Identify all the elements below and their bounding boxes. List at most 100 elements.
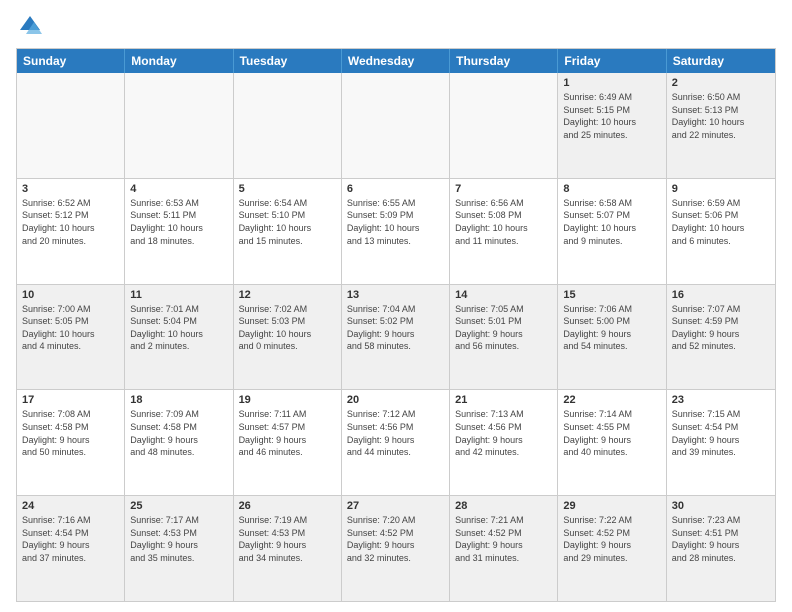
day-info: Sunrise: 6:53 AM Sunset: 5:11 PM Dayligh… <box>130 197 227 247</box>
day-info: Sunrise: 7:17 AM Sunset: 4:53 PM Dayligh… <box>130 514 227 564</box>
weekday-header: Wednesday <box>342 49 450 73</box>
day-number: 17 <box>22 394 119 406</box>
day-number: 5 <box>239 183 336 195</box>
day-info: Sunrise: 7:00 AM Sunset: 5:05 PM Dayligh… <box>22 303 119 353</box>
day-info: Sunrise: 7:20 AM Sunset: 4:52 PM Dayligh… <box>347 514 444 564</box>
calendar-cell <box>342 73 450 178</box>
calendar-cell: 2 Sunrise: 6:50 AM Sunset: 5:13 PM Daylig… <box>667 73 775 178</box>
day-number: 1 <box>563 77 660 89</box>
day-info: Sunrise: 7:02 AM Sunset: 5:03 PM Dayligh… <box>239 303 336 353</box>
day-number: 16 <box>672 289 770 301</box>
calendar-cell: 6 Sunrise: 6:55 AM Sunset: 5:09 PM Daylig… <box>342 179 450 284</box>
day-info: Sunrise: 6:59 AM Sunset: 5:06 PM Dayligh… <box>672 197 770 247</box>
day-number: 7 <box>455 183 552 195</box>
calendar-cell: 14 Sunrise: 7:05 AM Sunset: 5:01 PM Dayli… <box>450 285 558 390</box>
logo <box>16 12 48 40</box>
day-number: 13 <box>347 289 444 301</box>
calendar-cell: 21Sunrise: 7:13 AM Sunset: 4:56 PM Dayli… <box>450 390 558 495</box>
day-info: Sunrise: 7:11 AM Sunset: 4:57 PM Dayligh… <box>239 408 336 458</box>
day-info: Sunrise: 7:05 AM Sunset: 5:01 PM Dayligh… <box>455 303 552 353</box>
day-number: 20 <box>347 394 444 406</box>
calendar-cell: 28 Sunrise: 7:21 AM Sunset: 4:52 PM Dayli… <box>450 496 558 601</box>
calendar-cell: 12 Sunrise: 7:02 AM Sunset: 5:03 PM Dayli… <box>234 285 342 390</box>
calendar-cell: 4 Sunrise: 6:53 AM Sunset: 5:11 PM Daylig… <box>125 179 233 284</box>
day-number: 30 <box>672 500 770 512</box>
day-number: 25 <box>130 500 227 512</box>
calendar-cell: 24 Sunrise: 7:16 AM Sunset: 4:54 PM Dayli… <box>17 496 125 601</box>
calendar-cell: 25 Sunrise: 7:17 AM Sunset: 4:53 PM Dayli… <box>125 496 233 601</box>
day-number: 3 <box>22 183 119 195</box>
day-number: 24 <box>22 500 119 512</box>
calendar-row: 10Sunrise: 7:00 AM Sunset: 5:05 PM Dayli… <box>17 285 775 391</box>
day-number: 15 <box>563 289 660 301</box>
day-info: Sunrise: 7:04 AM Sunset: 5:02 PM Dayligh… <box>347 303 444 353</box>
calendar-cell <box>234 73 342 178</box>
day-info: Sunrise: 6:52 AM Sunset: 5:12 PM Dayligh… <box>22 197 119 247</box>
day-number: 26 <box>239 500 336 512</box>
calendar-row: 1 Sunrise: 6:49 AM Sunset: 5:15 PM Daylig… <box>17 73 775 179</box>
day-info: Sunrise: 7:23 AM Sunset: 4:51 PM Dayligh… <box>672 514 770 564</box>
day-number: 22 <box>563 394 660 406</box>
calendar-cell <box>125 73 233 178</box>
calendar-cell: 15 Sunrise: 7:06 AM Sunset: 5:00 PM Dayli… <box>558 285 666 390</box>
day-info: Sunrise: 6:50 AM Sunset: 5:13 PM Dayligh… <box>672 91 770 141</box>
calendar-body: 1 Sunrise: 6:49 AM Sunset: 5:15 PM Daylig… <box>17 73 775 601</box>
calendar-cell: 9Sunrise: 6:59 AM Sunset: 5:06 PM Daylig… <box>667 179 775 284</box>
calendar-row: 17 Sunrise: 7:08 AM Sunset: 4:58 PM Dayli… <box>17 390 775 496</box>
day-number: 4 <box>130 183 227 195</box>
day-number: 14 <box>455 289 552 301</box>
calendar-cell: 27 Sunrise: 7:20 AM Sunset: 4:52 PM Dayli… <box>342 496 450 601</box>
day-info: Sunrise: 7:06 AM Sunset: 5:00 PM Dayligh… <box>563 303 660 353</box>
day-info: Sunrise: 7:14 AM Sunset: 4:55 PM Dayligh… <box>563 408 660 458</box>
calendar-cell: 29 Sunrise: 7:22 AM Sunset: 4:52 PM Dayli… <box>558 496 666 601</box>
day-number: 11 <box>130 289 227 301</box>
day-number: 6 <box>347 183 444 195</box>
day-number: 28 <box>455 500 552 512</box>
calendar-cell <box>450 73 558 178</box>
day-info: Sunrise: 6:55 AM Sunset: 5:09 PM Dayligh… <box>347 197 444 247</box>
day-info: Sunrise: 7:22 AM Sunset: 4:52 PM Dayligh… <box>563 514 660 564</box>
logo-icon <box>16 12 44 40</box>
calendar-cell: 20 Sunrise: 7:12 AM Sunset: 4:56 PM Dayli… <box>342 390 450 495</box>
weekday-header: Monday <box>125 49 233 73</box>
weekday-header: Thursday <box>450 49 558 73</box>
calendar-cell: 1 Sunrise: 6:49 AM Sunset: 5:15 PM Daylig… <box>558 73 666 178</box>
day-number: 27 <box>347 500 444 512</box>
weekday-header: Saturday <box>667 49 775 73</box>
calendar-cell: 8 Sunrise: 6:58 AM Sunset: 5:07 PM Daylig… <box>558 179 666 284</box>
day-info: Sunrise: 7:19 AM Sunset: 4:53 PM Dayligh… <box>239 514 336 564</box>
day-number: 23 <box>672 394 770 406</box>
calendar-cell: 30 Sunrise: 7:23 AM Sunset: 4:51 PM Dayli… <box>667 496 775 601</box>
page: SundayMondayTuesdayWednesdayThursdayFrid… <box>0 0 792 612</box>
day-number: 21 <box>455 394 552 406</box>
day-info: Sunrise: 6:49 AM Sunset: 5:15 PM Dayligh… <box>563 91 660 141</box>
calendar-cell: 19Sunrise: 7:11 AM Sunset: 4:57 PM Dayli… <box>234 390 342 495</box>
calendar-cell: 23 Sunrise: 7:15 AM Sunset: 4:54 PM Dayli… <box>667 390 775 495</box>
weekday-header: Tuesday <box>234 49 342 73</box>
calendar-cell: 10Sunrise: 7:00 AM Sunset: 5:05 PM Dayli… <box>17 285 125 390</box>
calendar-cell: 16Sunrise: 7:07 AM Sunset: 4:59 PM Dayli… <box>667 285 775 390</box>
day-number: 18 <box>130 394 227 406</box>
day-number: 8 <box>563 183 660 195</box>
day-info: Sunrise: 7:21 AM Sunset: 4:52 PM Dayligh… <box>455 514 552 564</box>
calendar-cell <box>17 73 125 178</box>
day-info: Sunrise: 7:15 AM Sunset: 4:54 PM Dayligh… <box>672 408 770 458</box>
calendar-cell: 5 Sunrise: 6:54 AM Sunset: 5:10 PM Daylig… <box>234 179 342 284</box>
weekday-header: Sunday <box>17 49 125 73</box>
day-info: Sunrise: 7:01 AM Sunset: 5:04 PM Dayligh… <box>130 303 227 353</box>
calendar-row: 3 Sunrise: 6:52 AM Sunset: 5:12 PM Daylig… <box>17 179 775 285</box>
calendar-cell: 3 Sunrise: 6:52 AM Sunset: 5:12 PM Daylig… <box>17 179 125 284</box>
day-info: Sunrise: 7:16 AM Sunset: 4:54 PM Dayligh… <box>22 514 119 564</box>
day-number: 29 <box>563 500 660 512</box>
header <box>16 12 776 40</box>
day-number: 12 <box>239 289 336 301</box>
calendar-cell: 7Sunrise: 6:56 AM Sunset: 5:08 PM Daylig… <box>450 179 558 284</box>
day-info: Sunrise: 7:12 AM Sunset: 4:56 PM Dayligh… <box>347 408 444 458</box>
day-info: Sunrise: 7:08 AM Sunset: 4:58 PM Dayligh… <box>22 408 119 458</box>
calendar-cell: 11 Sunrise: 7:01 AM Sunset: 5:04 PM Dayli… <box>125 285 233 390</box>
day-info: Sunrise: 6:58 AM Sunset: 5:07 PM Dayligh… <box>563 197 660 247</box>
weekday-header: Friday <box>558 49 666 73</box>
day-number: 2 <box>672 77 770 89</box>
calendar-cell: 13 Sunrise: 7:04 AM Sunset: 5:02 PM Dayli… <box>342 285 450 390</box>
day-info: Sunrise: 6:54 AM Sunset: 5:10 PM Dayligh… <box>239 197 336 247</box>
